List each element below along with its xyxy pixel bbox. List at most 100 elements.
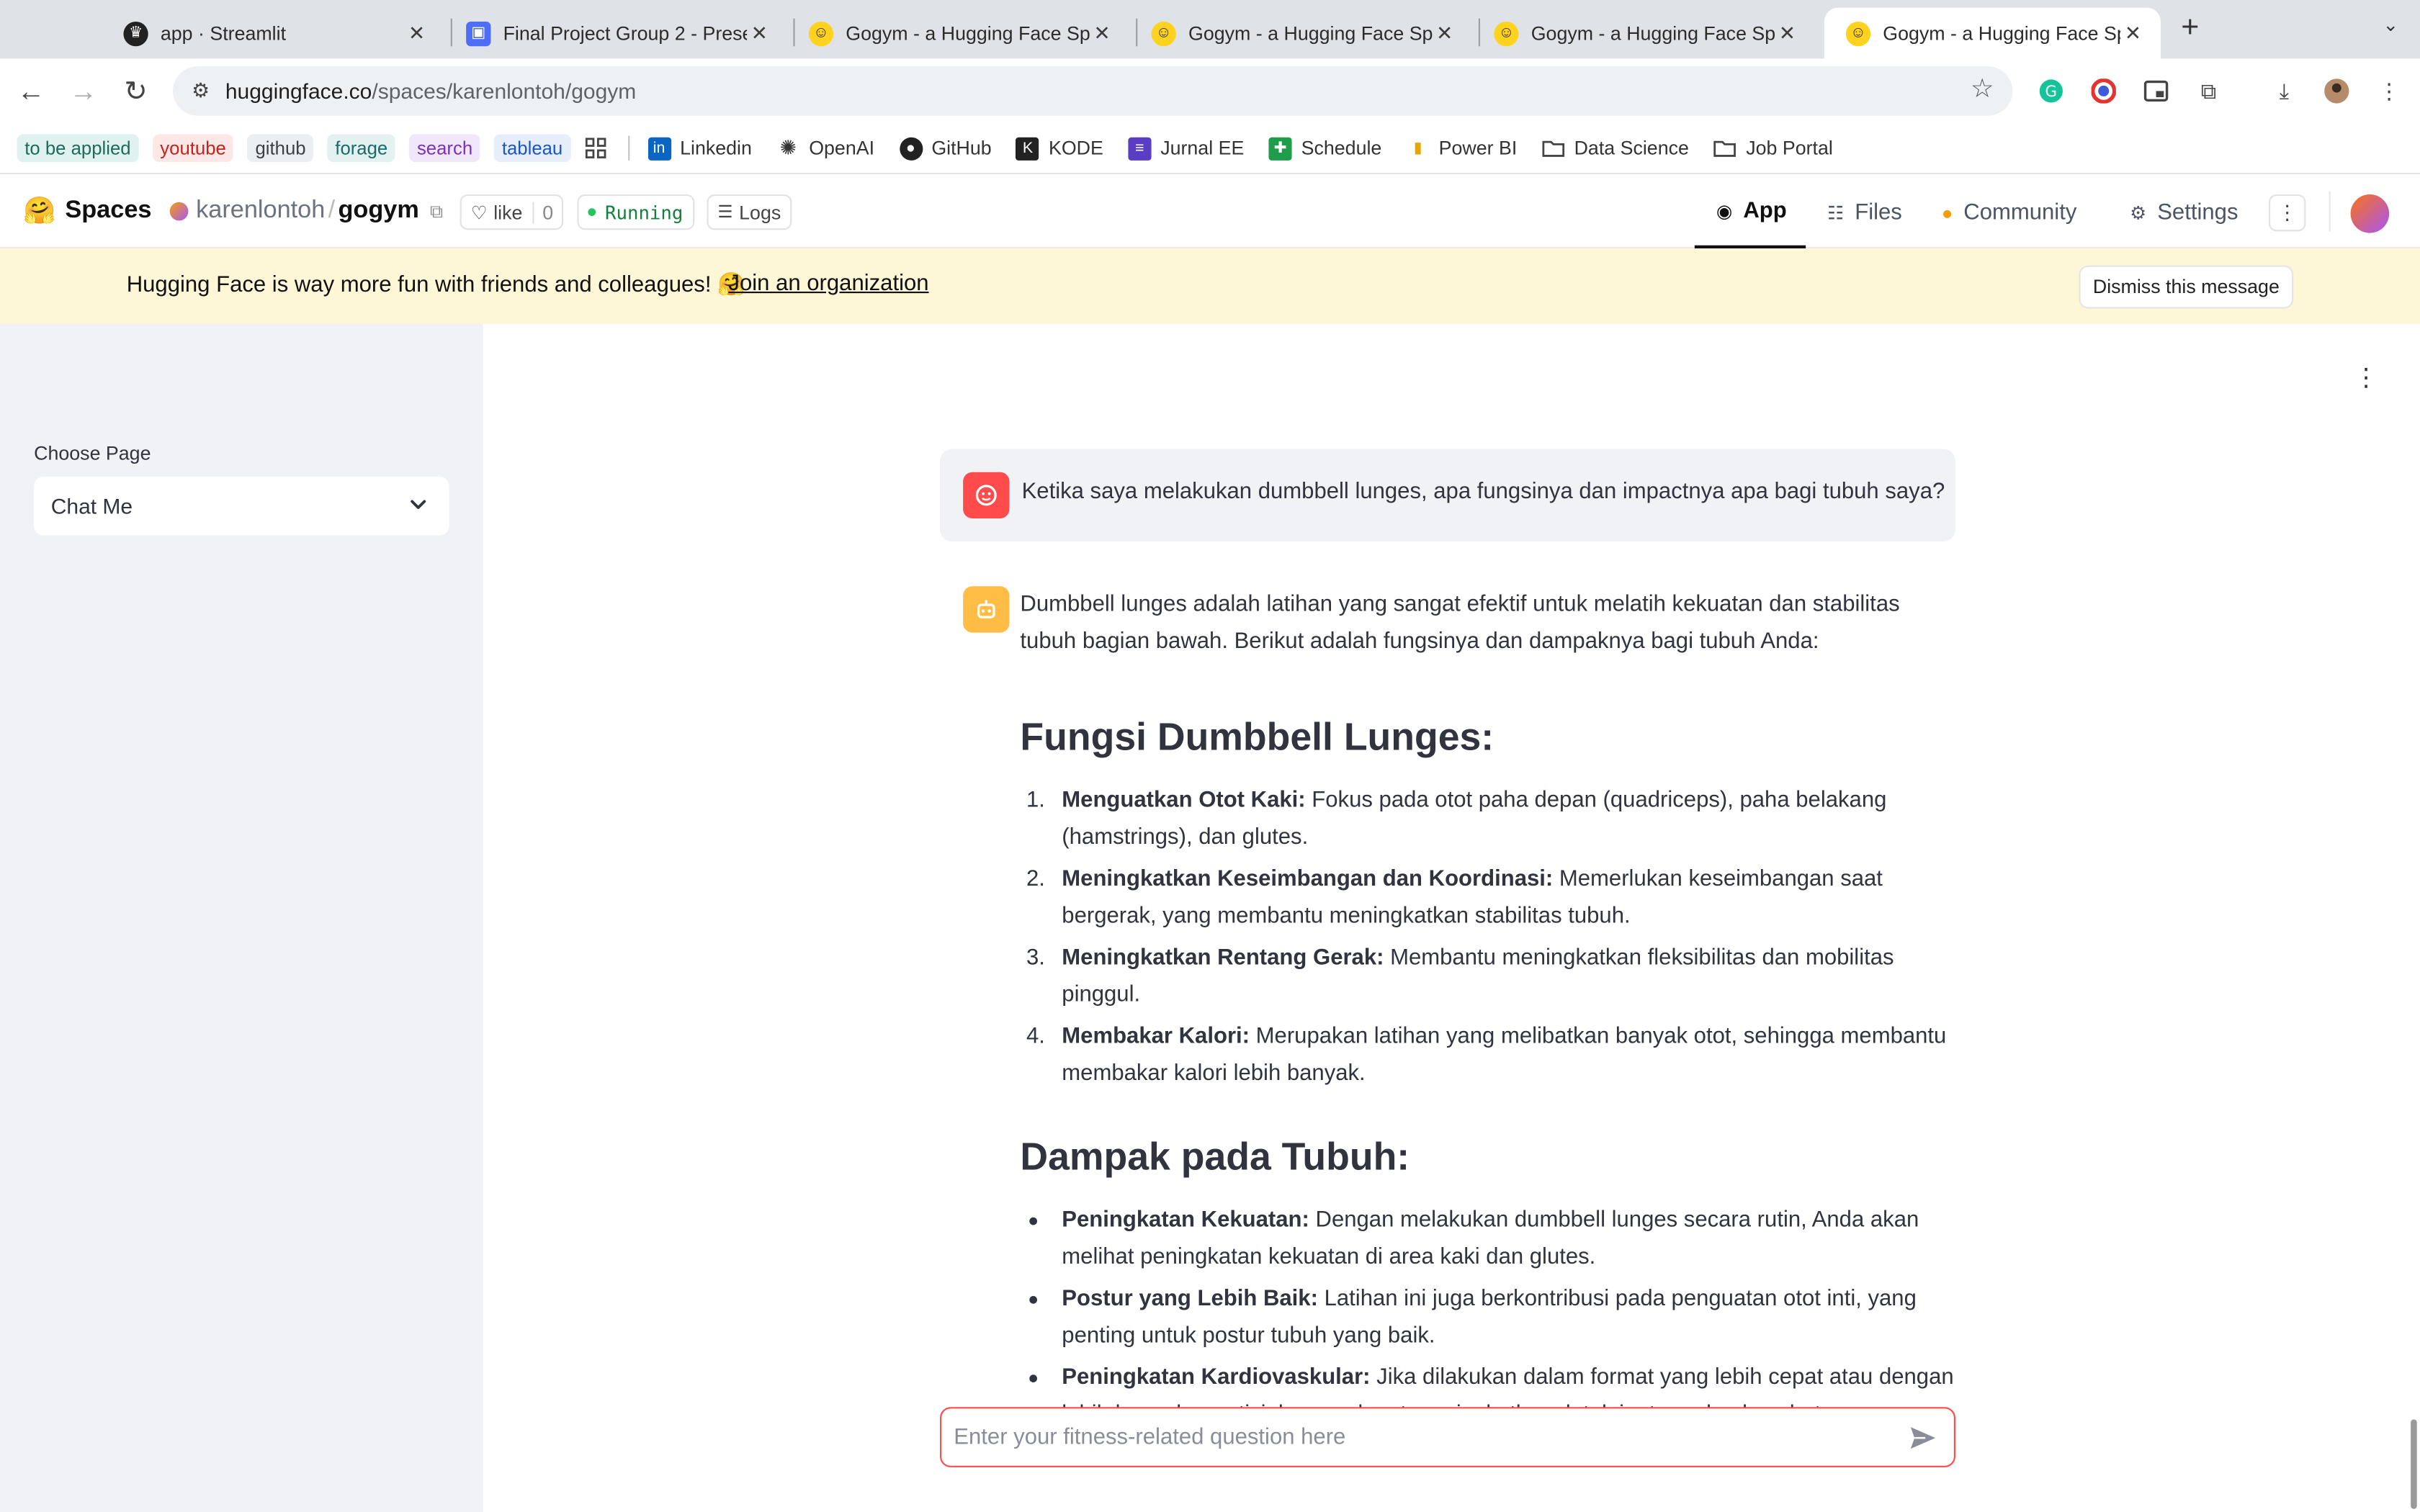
extensions-icon[interactable]: ⧉ <box>2195 77 2223 105</box>
banner-message: Hugging Face is way more fun with friend… <box>126 273 745 298</box>
new-tab-button[interactable]: + <box>2173 12 2207 46</box>
hf-logo-icon: 🤗 <box>23 196 56 225</box>
bookmark-jurnal-ee[interactable]: ≡ Jurnal EE <box>1128 136 1244 160</box>
download-icon[interactable]: ⤓ <box>2270 77 2298 105</box>
profile-avatar-icon[interactable] <box>2323 77 2351 105</box>
bookmarks-bar: to be applied youtube github forage sear… <box>0 123 2420 175</box>
list-item: Peningkatan Kekuatan: Dengan melakukan d… <box>1020 1202 1955 1276</box>
jurnal-icon: ≡ <box>1128 136 1152 160</box>
send-icon[interactable] <box>1908 1423 1939 1454</box>
tab-title: Gogym - a Hugging Face Space <box>846 22 1090 45</box>
list-item: 1. Menguatkan Otot Kaki: Fokus pada otot … <box>1026 788 1887 850</box>
status-badge[interactable]: Running <box>577 194 694 230</box>
more-options-button[interactable]: ⋮ <box>2269 194 2306 232</box>
color-extension-icon[interactable] <box>2089 77 2118 105</box>
breadcrumb-separator: / <box>328 197 336 224</box>
close-icon[interactable]: ✕ <box>747 21 771 45</box>
bookmark-power-bi[interactable]: ▮ Power BI <box>1407 137 1518 160</box>
chevron-down-icon <box>411 500 426 509</box>
svg-text:G: G <box>2045 83 2058 101</box>
bookmark-linkedin[interactable]: in Linkedin <box>647 136 752 160</box>
hf-icon: ☺ <box>1494 20 1519 46</box>
owner-link[interactable]: karenlontoh <box>196 197 325 225</box>
close-icon[interactable]: ✕ <box>1090 21 1114 45</box>
grammarly-extension-icon[interactable]: G <box>2038 77 2066 105</box>
bookmark-group-to-be-applied[interactable]: to be applied <box>17 134 139 162</box>
reload-button[interactable]: ↻ <box>117 73 154 109</box>
tab-search-button[interactable]: ⌄ <box>2374 14 2408 48</box>
bookmark-star-icon[interactable]: ☆ <box>1971 74 1994 105</box>
owner-avatar <box>169 202 189 221</box>
bookmark-data-science[interactable]: Data Science <box>1542 137 1689 160</box>
assistant-response: Dumbbell lunges adalah latihan yang sang… <box>1020 586 1955 1433</box>
bookmark-schedule[interactable]: ✚ Schedule <box>1268 136 1381 160</box>
back-button[interactable]: ← <box>12 73 49 109</box>
functions-list: 1. Menguatkan Otot Kaki: Fokus pada otot … <box>1020 782 1955 1092</box>
kode-icon: K <box>1016 136 1040 160</box>
forward-button[interactable]: → <box>65 73 102 109</box>
hf-space-header: 🤗 Spaces karenlontoh / gogym ⧉ ♡ like 0 R… <box>0 176 2420 248</box>
close-icon[interactable]: ✕ <box>2120 21 2145 45</box>
bookmark-kode[interactable]: K KODE <box>1016 136 1103 160</box>
status-text: Running <box>605 201 684 223</box>
picture-in-picture-icon[interactable] <box>2142 77 2170 105</box>
bookmark-job-portal[interactable]: Job Portal <box>1713 137 1833 160</box>
bookmark-openai[interactable]: ✺ OpenAI <box>776 136 874 160</box>
tab-streamlit[interactable]: ♛ app · Streamlit ✕ <box>102 8 444 59</box>
close-icon[interactable]: ✕ <box>1775 21 1799 45</box>
linkedin-icon: in <box>647 136 671 160</box>
tab-gogym-3[interactable]: ☺ Gogym - a Hugging Face Space ✕ <box>1472 8 1815 59</box>
browser-window: ♛ app · Streamlit ✕ ▣ Final Project Grou… <box>0 0 2420 1512</box>
tab-files[interactable]: ☷ Files <box>1827 176 1902 248</box>
choose-page-label: Choose Page <box>34 443 151 464</box>
bookmark-group-github[interactable]: github <box>247 134 314 162</box>
user-avatar[interactable] <box>2350 194 2390 233</box>
site-info-icon[interactable]: ⚙ <box>182 78 219 103</box>
copy-icon[interactable]: ⧉ <box>430 200 443 223</box>
bookmark-group-youtube[interactable]: youtube <box>152 134 234 162</box>
scrollbar[interactable] <box>2411 1419 2417 1509</box>
logs-label: Logs <box>739 201 781 223</box>
tab-settings[interactable]: ⚙ Settings <box>2130 176 2238 248</box>
tab-title: Final Project Group 2 - Presentation <box>503 22 748 45</box>
like-button[interactable]: ♡ like 0 <box>460 194 565 230</box>
tab-community[interactable]: ● Community <box>1942 176 2077 248</box>
hf-icon: ☺ <box>1151 20 1176 46</box>
like-label: like <box>493 201 523 223</box>
bookmark-group-forage[interactable]: forage <box>327 134 395 162</box>
page-select[interactable]: Chat Me <box>34 477 449 536</box>
response-intro: Dumbbell lunges adalah latihan yang sang… <box>1020 592 1900 654</box>
bookmark-group-tableau[interactable]: tableau <box>494 134 570 162</box>
close-icon[interactable]: ✕ <box>404 21 429 45</box>
app-menu-icon[interactable]: ⋮ <box>2354 363 2378 394</box>
slides-icon: ▣ <box>466 20 491 46</box>
tab-slides[interactable]: ▣ Final Project Group 2 - Presentation ✕ <box>444 8 787 59</box>
user-avatar-icon <box>963 472 1010 518</box>
spaces-label: Spaces <box>65 197 152 224</box>
logs-button[interactable]: ☰ Logs <box>707 194 792 230</box>
like-toggle[interactable]: ♡ like <box>462 202 532 223</box>
powerbi-icon: ▮ <box>1413 139 1422 157</box>
join-organization-link[interactable]: Join an organization <box>728 271 928 296</box>
tab-gogym-2[interactable]: ☺ Gogym - a Hugging Face Space ✕ <box>1130 8 1473 59</box>
hf-icon: ☺ <box>808 20 834 46</box>
browser-menu-icon[interactable]: ⋮ <box>2375 77 2403 105</box>
close-icon[interactable]: ✕ <box>1433 21 1457 45</box>
gear-icon: ⚙ <box>2130 201 2147 223</box>
tab-gogym-1[interactable]: ☺ Gogym - a Hugging Face Space ✕ <box>787 8 1130 59</box>
community-icon: ● <box>1941 201 1953 223</box>
heading-fungsi: Fungsi Dumbbell Lunges: <box>1020 716 1494 760</box>
apps-grid-icon[interactable] <box>584 138 606 159</box>
repo-link[interactable]: gogym <box>338 197 418 225</box>
tab-app[interactable]: ◉ App <box>1694 176 1806 248</box>
bookmark-group-search[interactable]: search <box>409 134 480 162</box>
tab-title: Gogym - a Hugging Face Space <box>1883 22 2120 45</box>
tab-gogym-active[interactable]: ☺ Gogym - a Hugging Face Space ✕ <box>1824 7 2161 59</box>
streamlit-icon: ♛ <box>123 20 148 46</box>
github-icon: ● <box>899 136 923 160</box>
dismiss-button[interactable]: Dismiss this message <box>2079 265 2294 309</box>
address-bar[interactable]: ⚙ huggingface.co/spaces/karenlontoh/gogy… <box>173 66 2013 116</box>
bookmark-github[interactable]: ● GitHub <box>899 136 992 160</box>
spaces-home-link[interactable]: 🤗 Spaces <box>23 196 151 227</box>
chat-input[interactable] <box>954 1421 1880 1455</box>
